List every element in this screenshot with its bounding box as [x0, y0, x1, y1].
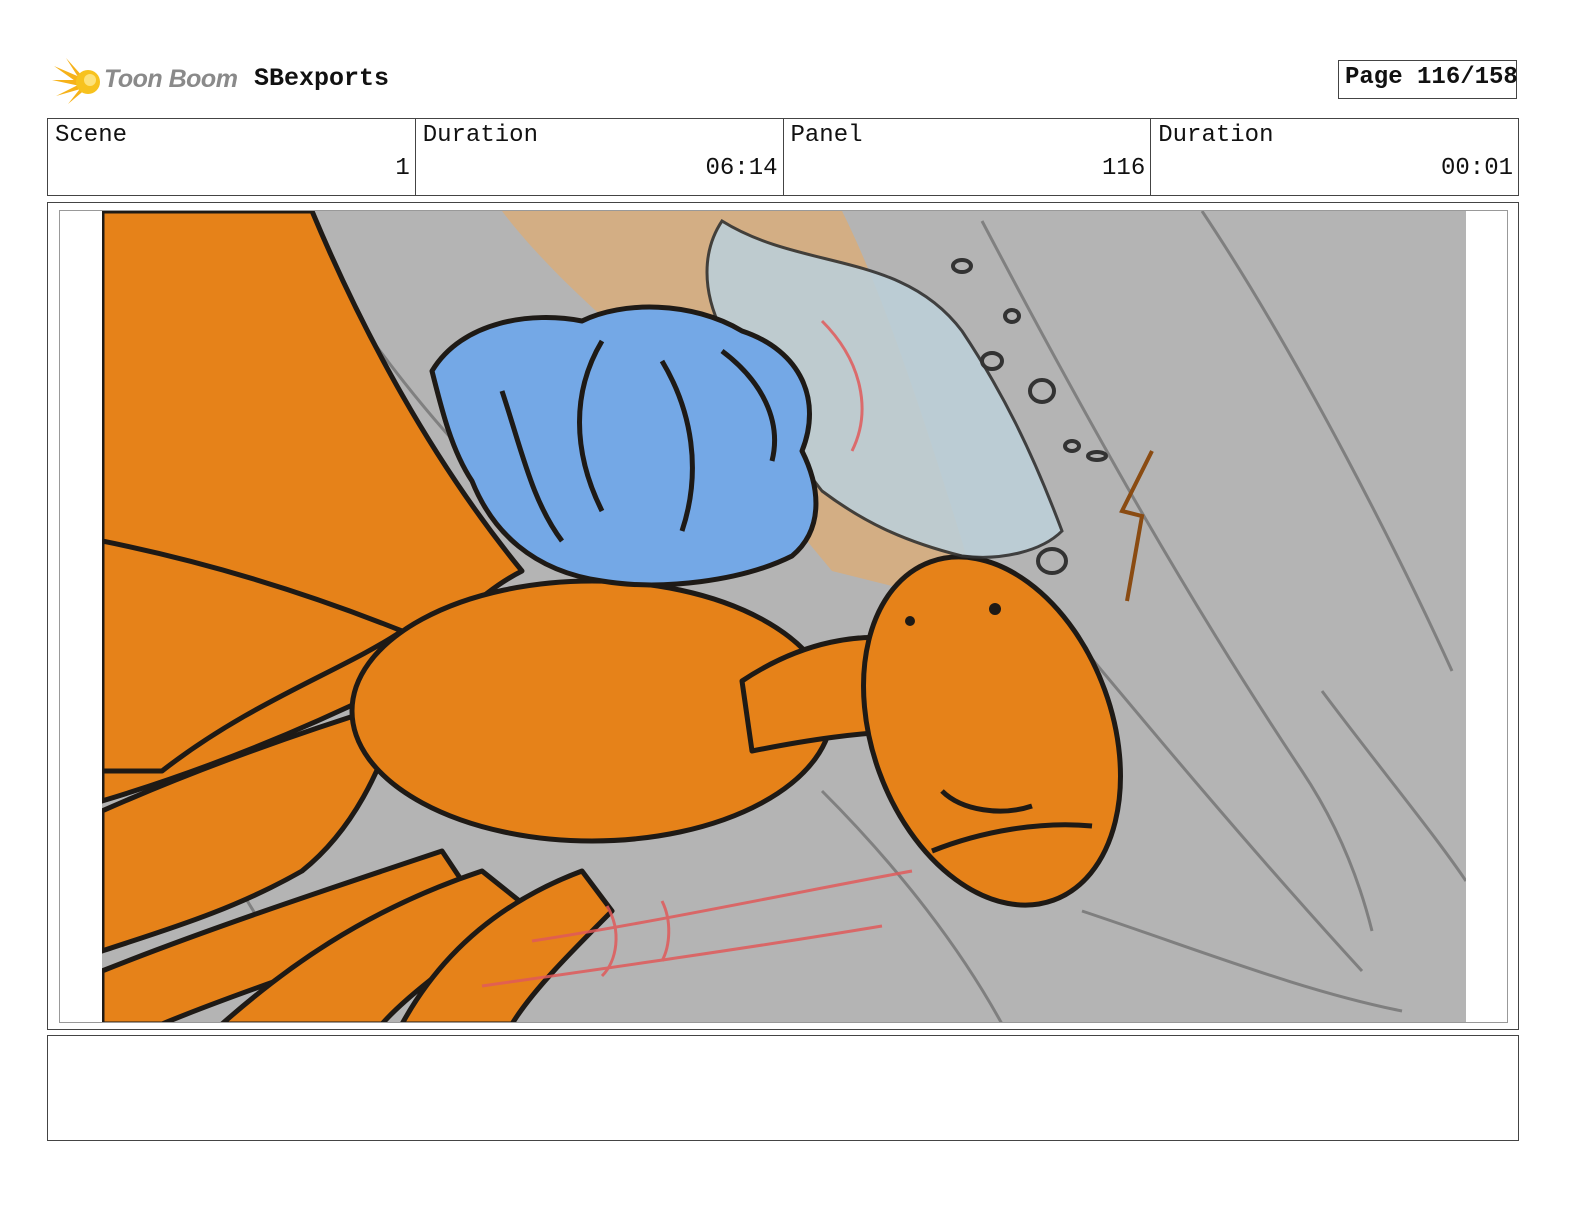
panel-frame	[47, 202, 1519, 1030]
panel-image-area	[59, 210, 1508, 1023]
panel-duration-value: 00:01	[1440, 155, 1513, 182]
scene-duration-cell: Duration 06:14	[416, 119, 784, 195]
starburst-icon	[52, 58, 100, 104]
scene-duration-label: Duration	[422, 122, 538, 149]
panel-info-table: Scene 1 Duration 06:14 Panel 116 Duratio…	[47, 118, 1519, 196]
panel-cell: Panel 116	[784, 119, 1152, 195]
page-indicator: Page 116/158	[1338, 60, 1518, 99]
panel-value: 116	[1102, 155, 1146, 182]
scene-duration-value: 06:14	[705, 155, 778, 182]
panel-duration-cell: Duration 00:01	[1151, 119, 1518, 195]
toon-boom-logo: Toon Boom	[52, 56, 238, 106]
panel-label: Panel	[790, 122, 863, 149]
scene-cell: Scene 1	[48, 119, 416, 195]
storyboard-sketch	[102, 211, 1466, 1022]
page-label: Page 116/158	[1345, 64, 1518, 91]
project-name: SBexports	[254, 64, 390, 93]
notes-box	[47, 1035, 1519, 1141]
scene-label: Scene	[55, 122, 128, 149]
panel-duration-label: Duration	[1158, 122, 1274, 149]
scene-value: 1	[395, 155, 410, 182]
logo-text: Toon Boom	[104, 65, 238, 93]
